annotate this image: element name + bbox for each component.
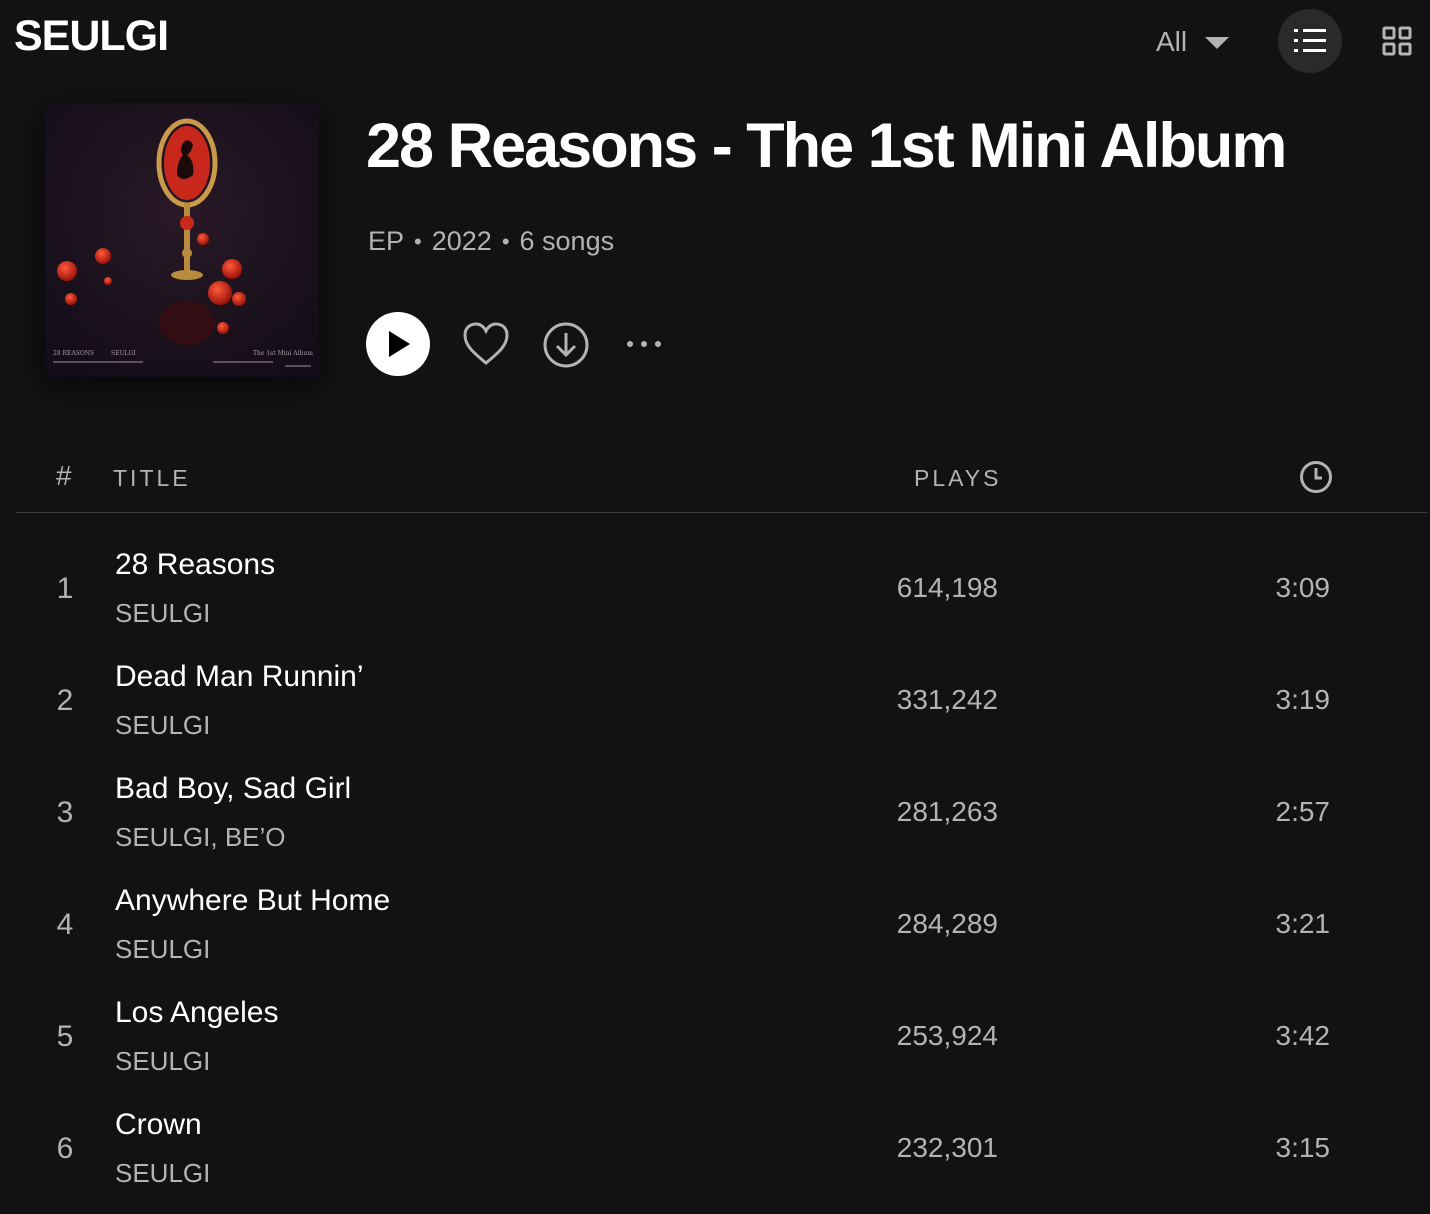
track-artist[interactable]: SEULGI, BE’O bbox=[115, 822, 286, 853]
play-icon bbox=[389, 331, 410, 357]
download-icon bbox=[543, 322, 589, 368]
track-row[interactable]: 4 Anywhere But Home SEULGI 284,289 3:21 bbox=[0, 868, 1430, 980]
album-cover-art: 28 REASONS SEULGI The 1st Mini Album bbox=[45, 103, 319, 377]
track-row[interactable]: 2 Dead Man Runnin’ SEULGI 331,242 3:19 bbox=[0, 644, 1430, 756]
track-row[interactable]: 3 Bad Boy, Sad Girl SEULGI, BE’O 281,263… bbox=[0, 756, 1430, 868]
track-plays: 232,301 bbox=[896, 1132, 998, 1163]
album-song-count: 6 songs bbox=[519, 226, 615, 256]
meta-separator: • bbox=[501, 228, 510, 254]
track-number: 2 bbox=[56, 684, 74, 717]
list-view-icon bbox=[1294, 29, 1326, 52]
album-title: 28 Reasons - The 1st Mini Album bbox=[366, 111, 1287, 181]
track-artist[interactable]: SEULGI bbox=[115, 598, 210, 629]
more-options-button[interactable] bbox=[624, 334, 668, 354]
top-bar: SEULGI All bbox=[0, 0, 1430, 80]
filter-label: All bbox=[1156, 26, 1188, 57]
track-duration: 3:19 bbox=[1275, 684, 1331, 715]
track-title[interactable]: Bad Boy, Sad Girl bbox=[115, 772, 351, 806]
track-duration: 2:57 bbox=[1275, 796, 1331, 827]
cover-text-3: The 1st Mini Album bbox=[253, 350, 313, 357]
cover-text-2: SEULGI bbox=[111, 350, 136, 357]
track-artist[interactable]: SEULGI bbox=[115, 1046, 210, 1077]
track-title[interactable]: 28 Reasons bbox=[115, 548, 275, 582]
track-artist[interactable]: SEULGI bbox=[115, 934, 210, 965]
grid-view-button[interactable] bbox=[1380, 24, 1414, 58]
album-type: EP bbox=[368, 226, 405, 256]
track-plays: 281,263 bbox=[896, 796, 998, 827]
filter-dropdown[interactable]: All bbox=[1156, 22, 1230, 62]
like-button[interactable] bbox=[462, 321, 510, 367]
track-number: 4 bbox=[56, 908, 74, 941]
track-title[interactable]: Anywhere But Home bbox=[115, 884, 390, 918]
track-plays: 284,289 bbox=[896, 908, 998, 939]
tracklist: 1 28 Reasons SEULGI 614,198 3:09 2 Dead … bbox=[0, 532, 1430, 1204]
cover-text-1: 28 REASONS bbox=[53, 350, 94, 357]
track-number: 1 bbox=[56, 572, 74, 605]
clock-icon bbox=[1300, 461, 1332, 493]
track-row[interactable]: 1 28 Reasons SEULGI 614,198 3:09 bbox=[0, 532, 1430, 644]
track-artist[interactable]: SEULGI bbox=[115, 1158, 210, 1189]
track-duration: 3:21 bbox=[1275, 908, 1331, 939]
header-divider bbox=[16, 512, 1428, 513]
meta-separator: • bbox=[414, 228, 422, 254]
play-button[interactable] bbox=[366, 312, 430, 376]
track-plays: 253,924 bbox=[896, 1020, 998, 1051]
download-button[interactable] bbox=[542, 321, 590, 369]
track-number: 6 bbox=[56, 1132, 74, 1165]
album-year: 2022 bbox=[431, 226, 492, 256]
track-title[interactable]: Dead Man Runnin’ bbox=[115, 660, 363, 694]
tracklist-header: # TITLE PLAYS bbox=[0, 450, 1430, 514]
grid-view-icon bbox=[1382, 26, 1412, 56]
track-row[interactable]: 5 Los Angeles SEULGI 253,924 3:42 bbox=[0, 980, 1430, 1092]
track-plays: 614,198 bbox=[896, 572, 998, 603]
album-cover: 28 REASONS SEULGI The 1st Mini Album bbox=[45, 103, 319, 377]
track-title[interactable]: Los Angeles bbox=[115, 996, 278, 1030]
header-title: TITLE bbox=[113, 465, 191, 491]
header-plays: PLAYS bbox=[914, 465, 1002, 491]
list-view-button[interactable] bbox=[1278, 9, 1342, 73]
track-duration: 3:09 bbox=[1275, 572, 1331, 603]
track-title[interactable]: Crown bbox=[115, 1108, 202, 1142]
track-plays: 331,242 bbox=[896, 684, 998, 715]
track-duration: 3:42 bbox=[1275, 1020, 1331, 1051]
header-number: # bbox=[56, 460, 72, 491]
heart-icon bbox=[463, 322, 509, 365]
track-artist[interactable]: SEULGI bbox=[115, 710, 210, 741]
album-meta: EP • 2022 • 6 songs bbox=[368, 226, 614, 257]
more-options-icon bbox=[627, 341, 661, 347]
track-row[interactable]: 6 Crown SEULGI 232,301 3:15 bbox=[0, 1092, 1430, 1204]
track-number: 3 bbox=[56, 796, 74, 829]
artist-name[interactable]: SEULGI bbox=[14, 12, 169, 61]
track-number: 5 bbox=[56, 1020, 74, 1053]
caret-down-icon bbox=[1205, 37, 1230, 49]
track-duration: 3:15 bbox=[1275, 1132, 1331, 1163]
